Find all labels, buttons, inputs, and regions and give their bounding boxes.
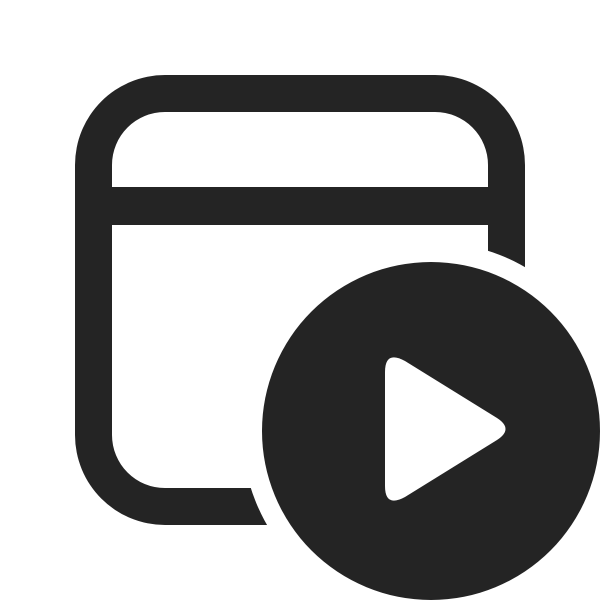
- app-window-play-icon: [75, 75, 600, 600]
- window-title-bar-divider: [100, 187, 500, 225]
- icon-canvas: [0, 0, 600, 600]
